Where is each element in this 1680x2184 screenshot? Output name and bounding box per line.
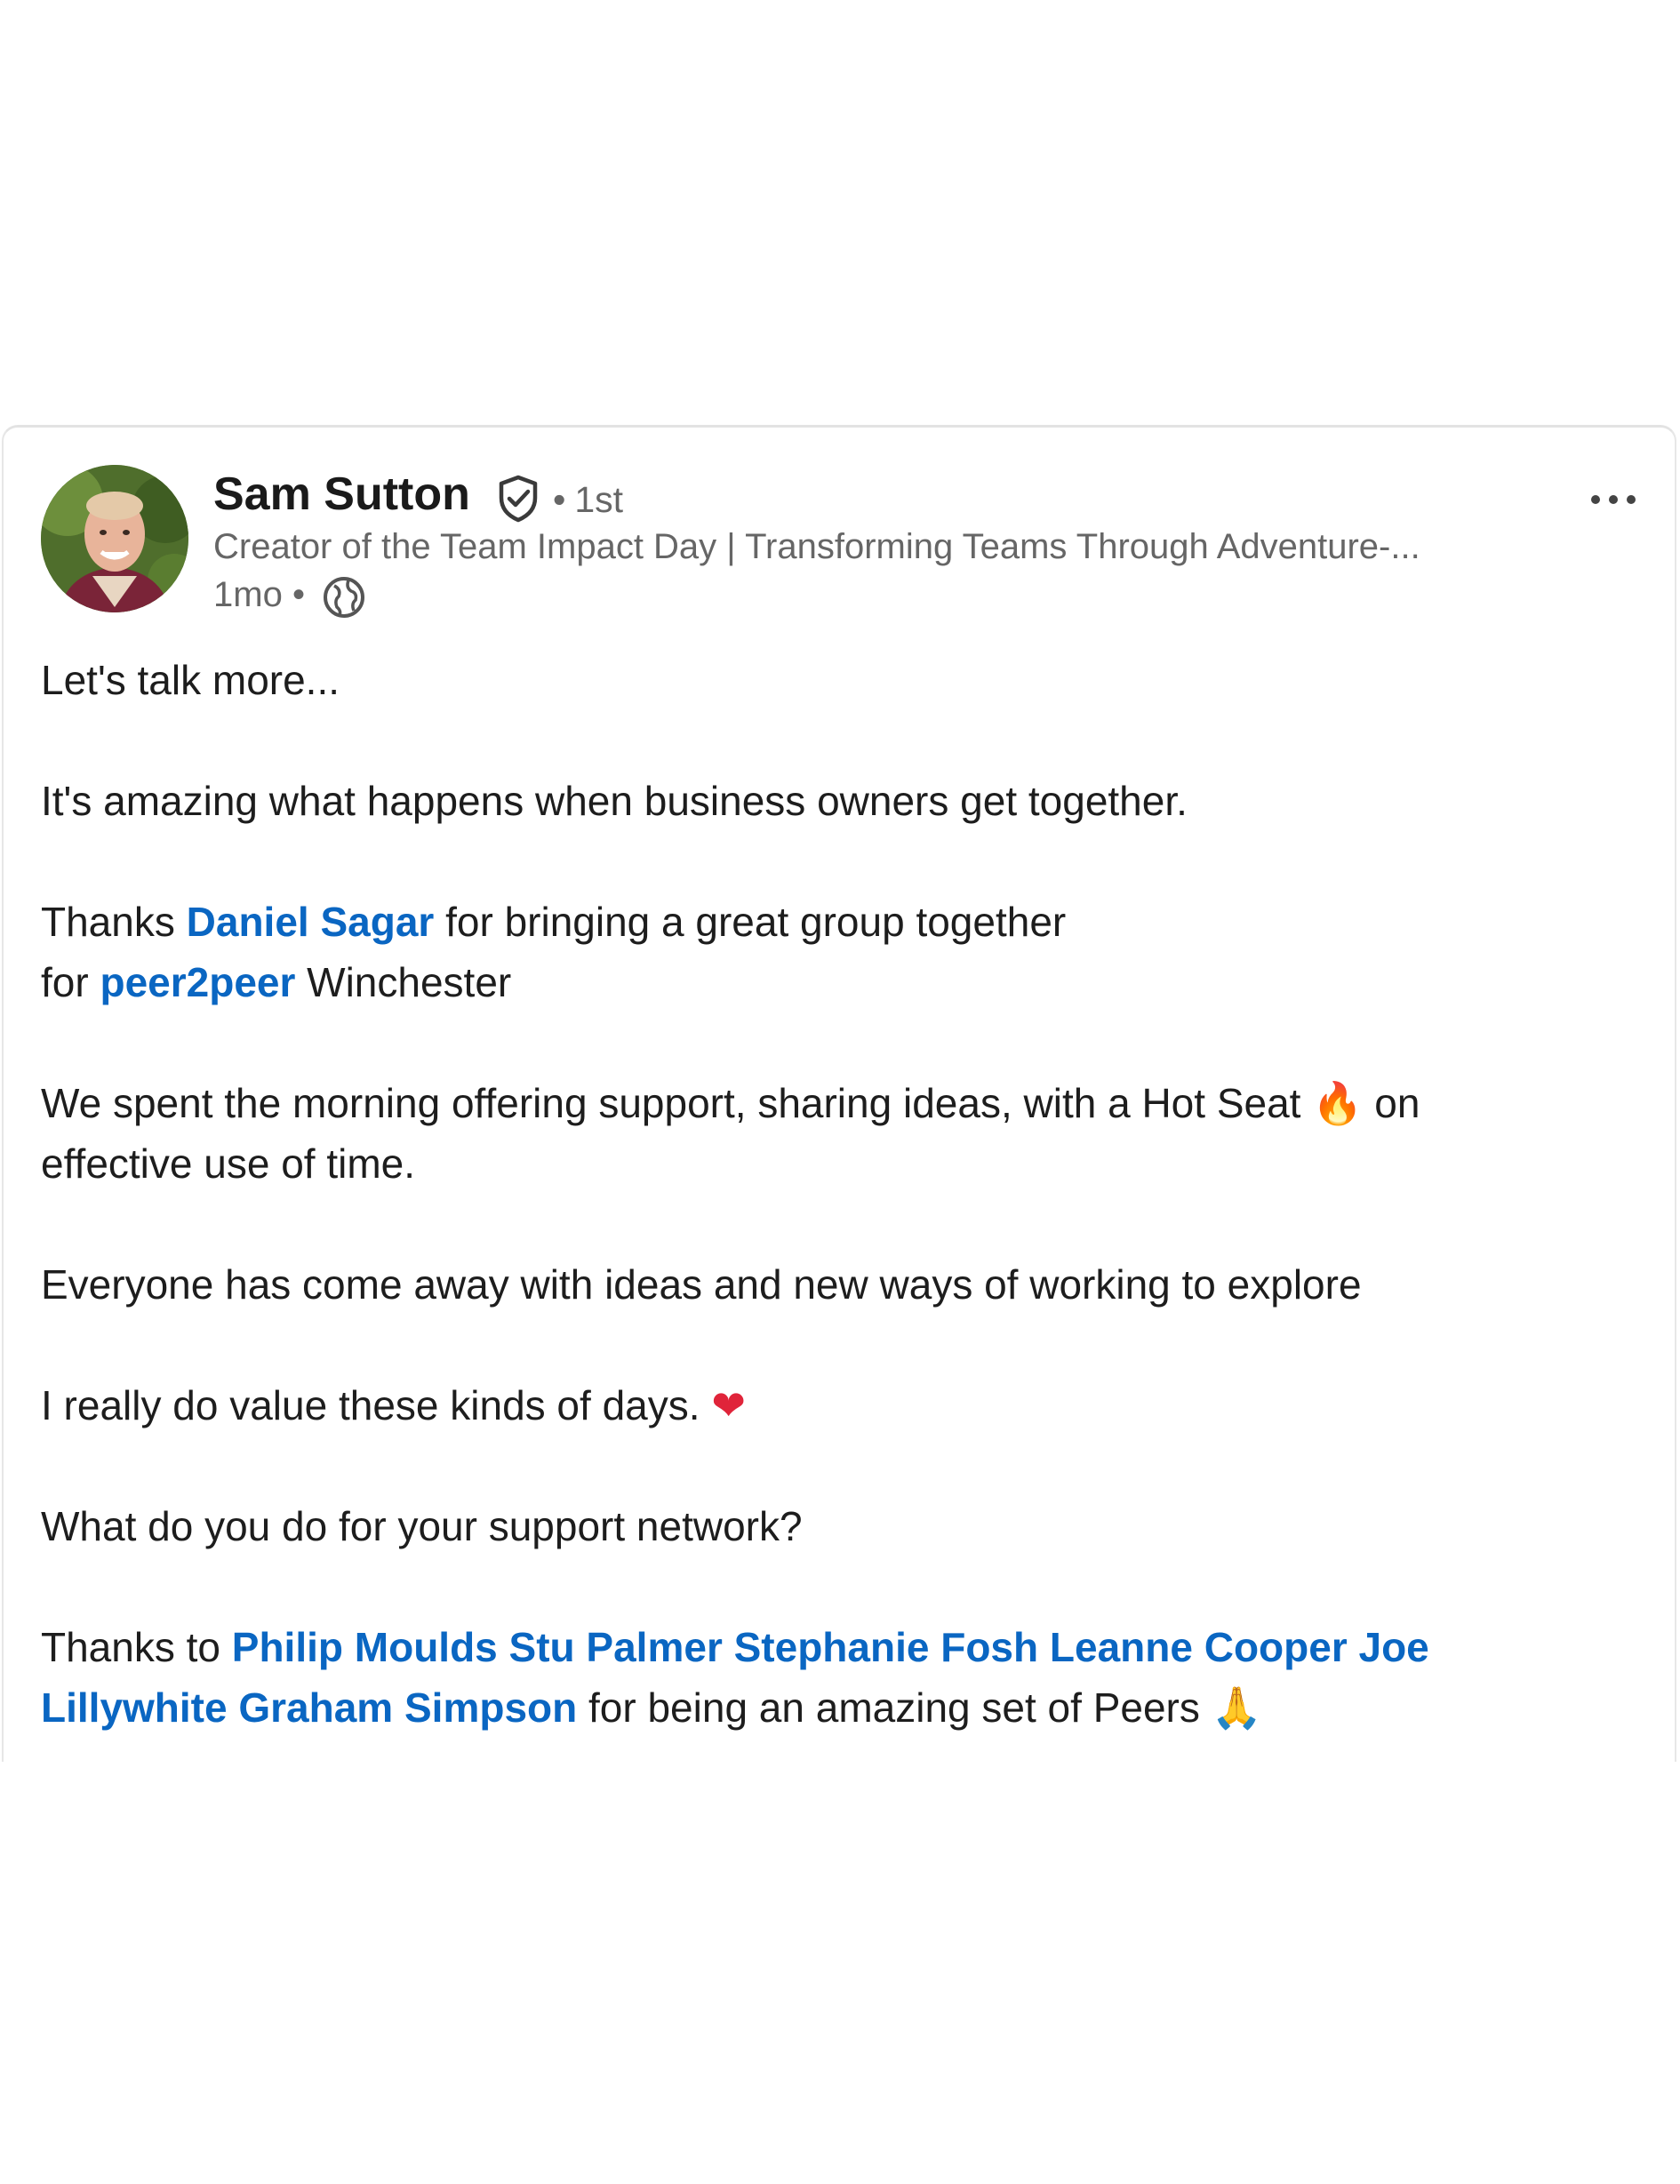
ellipsis-icon: [1609, 495, 1618, 504]
globe-icon: [324, 577, 364, 618]
degree-separator: •: [553, 479, 566, 520]
post-paragraph: Thanks Daniel Sagar for bringing a great…: [41, 892, 1552, 1012]
degree-label: 1st: [574, 479, 624, 520]
more-options-button[interactable]: [1589, 481, 1643, 516]
post-paragraph: I really do value these kinds of days. ❤: [41, 1375, 1552, 1436]
text-span: for: [41, 959, 100, 1005]
text-span: We spent the morning offering support, s…: [41, 1080, 1313, 1126]
text-span: Thanks: [41, 899, 187, 945]
post-paragraph: We spent the morning offering support, s…: [41, 1073, 1552, 1194]
author-avatar[interactable]: [41, 465, 188, 612]
text-span: I really do value these kinds of days.: [41, 1382, 712, 1428]
mention-link[interactable]: Daniel Sagar: [187, 899, 435, 945]
author-headline: Creator of the Team Impact Day | Transfo…: [213, 527, 1420, 566]
post-paragraph: What do you do for your support network?: [41, 1503, 803, 1549]
meta-separator: •: [292, 575, 305, 614]
author-name[interactable]: Sam Sutton: [213, 468, 470, 522]
post-time: 1mo: [213, 575, 283, 614]
shield-check-icon: [499, 475, 538, 523]
mention-link[interactable]: peer2peer: [100, 959, 295, 1005]
pray-emoji: 🙏: [1211, 1684, 1262, 1732]
text-span: for being an amazing set of Peers: [577, 1684, 1212, 1731]
heart-emoji: ❤: [711, 1381, 746, 1429]
post-paragraph: Let's talk more...: [41, 657, 340, 703]
post-paragraph: Everyone has come away with ideas and ne…: [41, 1261, 1362, 1308]
post-body: Let's talk more... It's amazing what hap…: [41, 650, 1552, 1738]
connection-degree: • 1st: [553, 479, 623, 521]
post-paragraph: Thanks to Philip Moulds Stu Palmer Steph…: [41, 1617, 1552, 1738]
text-span: Thanks to: [41, 1624, 232, 1670]
post-paragraph: It's amazing what happens when business …: [41, 778, 1188, 824]
avatar-photo: [41, 465, 188, 612]
ellipsis-icon: [1591, 495, 1600, 504]
text-span: Winchester: [295, 959, 512, 1005]
feed-post-card: Sam Sutton • 1st Creator of the Team Impa…: [2, 425, 1676, 1762]
ellipsis-icon: [1627, 495, 1636, 504]
text-span: for bringing a great group together: [434, 899, 1067, 945]
post-meta: 1mo •: [213, 575, 305, 615]
fire-emoji: 🔥: [1312, 1079, 1364, 1127]
